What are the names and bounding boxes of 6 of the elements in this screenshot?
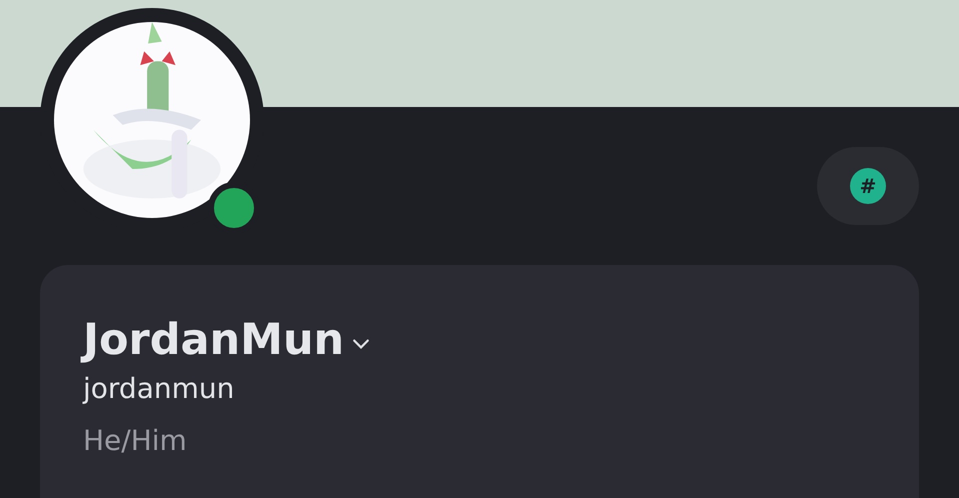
pronouns: He/Him xyxy=(83,423,188,459)
hashtag-icon: # xyxy=(850,168,886,204)
username: jordanmun xyxy=(83,371,236,407)
display-name: JordanMun xyxy=(83,313,344,367)
badge-pill[interactable]: # xyxy=(817,147,919,225)
chevron-down-icon[interactable] xyxy=(352,338,370,350)
